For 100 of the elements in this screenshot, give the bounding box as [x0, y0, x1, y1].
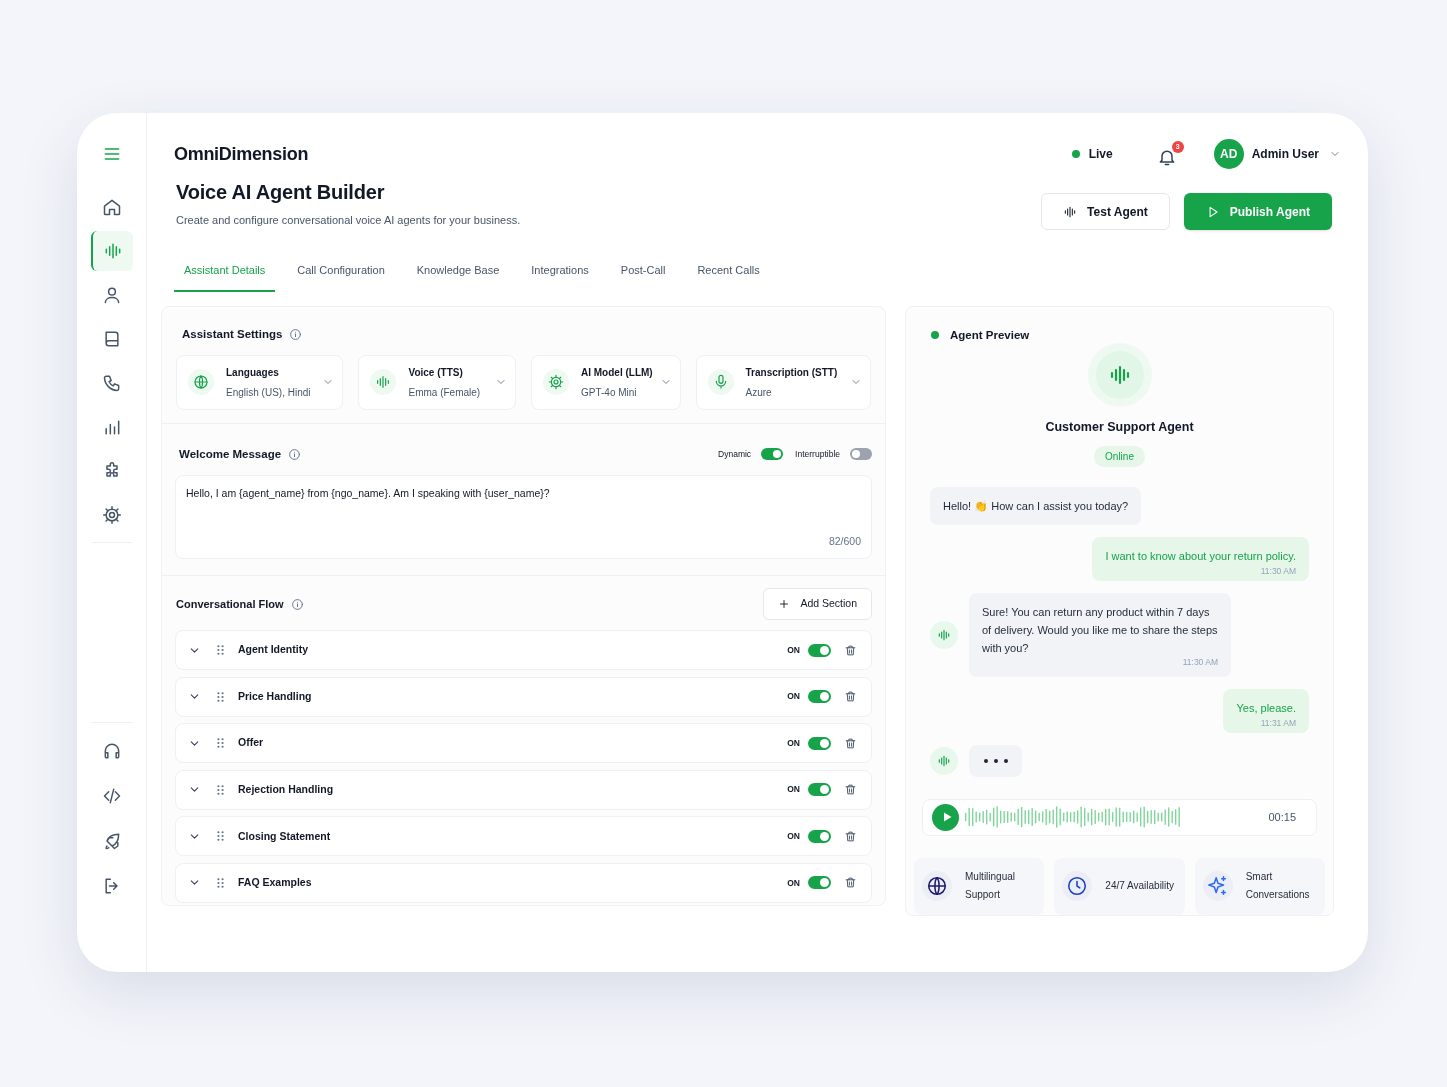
flow-row[interactable]: Price Handling ON	[175, 676, 872, 717]
sidebar-item[interactable]	[90, 231, 133, 271]
message-time: 11:31 AM	[1260, 717, 1296, 730]
phone-icon	[101, 373, 122, 393]
field-value: English (US), Hindi	[226, 385, 312, 400]
toggle-state-label: ON	[787, 690, 800, 703]
drag-handle-icon[interactable]	[217, 831, 224, 842]
feature-label: 24/7 Availability	[1105, 879, 1176, 893]
toggle-switch[interactable]	[808, 690, 831, 704]
section-title: Welcome Message	[179, 446, 282, 462]
delete-button[interactable]	[844, 736, 857, 750]
message-textarea[interactable]: Hello, I am {agent_name} from {ngo_name}. Am I speaking with {user_name}? 82/600	[175, 475, 872, 559]
page-title: Voice AI Agent Builder	[176, 180, 386, 205]
section-name: Price Handling	[238, 688, 313, 704]
waveform-icon	[937, 754, 951, 768]
flow-row[interactable]: Agent Identity ON	[175, 630, 872, 670]
delete-button[interactable]	[844, 829, 857, 843]
toggle-state-label: ON	[787, 876, 800, 890]
info-icon	[289, 327, 303, 341]
section-title: Conversational Flow	[176, 596, 284, 612]
plus-icon	[778, 598, 791, 610]
message-text: Hello, I am {agent_name} from {ngo_name}. Am I speaking with {user_name}?	[186, 486, 551, 501]
add-section-button[interactable]: Add Section	[763, 588, 872, 620]
play-button[interactable]	[932, 803, 959, 831]
message-text: Sure! You can return any product within 7 days of delivery. Would you like me to share the steps with you?	[982, 604, 1218, 656]
delete-button[interactable]	[844, 876, 857, 890]
audio-duration: 00:15	[1268, 810, 1296, 825]
feature-label: Smart Conversations	[1245, 870, 1311, 902]
field-value: Azure	[745, 385, 773, 400]
info-icon	[288, 447, 302, 461]
section-name: Offer	[238, 735, 265, 751]
trash-icon	[844, 690, 857, 704]
drag-handle-icon[interactable]	[217, 738, 224, 749]
delete-button[interactable]	[844, 643, 857, 657]
info-icon	[290, 597, 304, 611]
field-value: Emma (Female)	[408, 385, 482, 400]
message-time: 11:30 AM	[1182, 656, 1218, 667]
toggle-state-label: ON	[787, 783, 800, 797]
user-avatar: AD	[1213, 139, 1244, 169]
flow-row[interactable]: Rejection Handling ON	[175, 769, 872, 810]
tab[interactable]: Recent Calls	[687, 262, 770, 292]
globe-icon	[926, 875, 948, 897]
test-button[interactable]: Test Agent	[1041, 193, 1170, 230]
drag-handle-icon[interactable]	[217, 877, 224, 888]
drag-handle-icon[interactable]	[217, 645, 224, 655]
select-field[interactable]: Transcription (STT) Azure	[695, 354, 871, 410]
field-label: Voice (TTS)	[408, 365, 464, 380]
message-text: Hello! 👏 How can I assist you today?	[943, 498, 1129, 514]
flow-row[interactable]: Closing Statement ON	[175, 816, 872, 857]
feature-label: Multilingual Support	[965, 870, 1017, 902]
character-counter: 82/600	[828, 534, 861, 550]
status-badge: Online	[1094, 445, 1145, 467]
sparkle-icon	[1206, 875, 1229, 897]
delete-button[interactable]	[844, 690, 857, 704]
select-field[interactable]: AI Model (LLM) GPT-4o Mini	[531, 354, 681, 410]
toggle-switch[interactable]	[808, 783, 831, 797]
tab[interactable]: Knowledge Base	[406, 262, 510, 292]
toggle-switch[interactable]	[808, 736, 831, 750]
settings-icon	[548, 374, 564, 391]
message-text: I want to know about your return policy.	[1105, 548, 1296, 564]
flow-row[interactable]: Offer ON	[175, 723, 872, 764]
panel-title: Agent Preview	[950, 327, 1030, 343]
agent-name: Customer Support Agent	[1045, 418, 1194, 436]
toggle-state-label: ON	[787, 736, 800, 750]
section-name: Rejection Handling	[238, 781, 335, 797]
section-title: Assistant Settings	[182, 326, 283, 342]
globe-icon	[193, 374, 209, 391]
tab[interactable]: Integrations	[521, 262, 599, 292]
typing-indicator	[969, 745, 1022, 777]
message-text: Yes, please.	[1236, 700, 1296, 716]
tab[interactable]: Post-Call	[610, 262, 676, 292]
field-label: AI Model (LLM)	[581, 365, 654, 380]
section-name: FAQ Examples	[238, 875, 313, 891]
waveform-icon	[1063, 204, 1078, 219]
toggle-state-label: ON	[787, 643, 800, 657]
status-label: Live	[1088, 146, 1113, 163]
field-label: Languages	[226, 365, 280, 380]
user-menu[interactable]: AD Admin User	[1213, 139, 1341, 169]
toggle-switch[interactable]	[808, 829, 831, 843]
home-icon	[101, 197, 122, 217]
flow-row[interactable]: FAQ Examples ON	[175, 862, 872, 903]
code-icon	[101, 786, 122, 806]
trash-icon	[844, 643, 857, 657]
trash-icon	[844, 876, 857, 890]
select-field[interactable]: Voice (TTS) Emma (Female)	[358, 354, 516, 410]
toggle-switch[interactable]	[808, 876, 831, 890]
tab[interactable]: Call Configuration	[287, 262, 395, 292]
toggle-switch[interactable]	[850, 448, 872, 461]
toggle-switch[interactable]	[808, 643, 831, 657]
toggle-switch[interactable]	[761, 448, 784, 461]
waveform-icon	[937, 627, 951, 642]
message-time: 11:30 AM	[1260, 565, 1296, 578]
toggle-label: Dynamic	[718, 448, 752, 461]
user-name: Admin User	[1251, 146, 1319, 163]
waveform-icon	[375, 374, 392, 391]
select-field[interactable]: Languages English (US), Hindi	[176, 354, 344, 410]
drag-handle-icon[interactable]	[217, 691, 224, 702]
drag-handle-icon[interactable]	[217, 784, 224, 795]
section-name: Agent Identity	[238, 642, 309, 658]
delete-button[interactable]	[844, 783, 857, 797]
